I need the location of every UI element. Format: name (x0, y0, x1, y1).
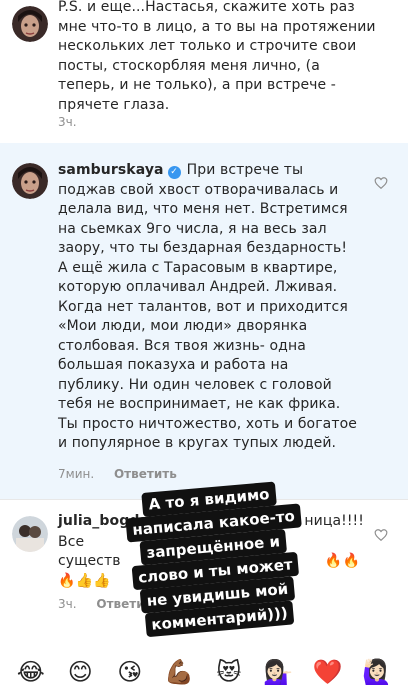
like-heart-icon[interactable] (374, 528, 388, 542)
laughing-emoji-icon[interactable]: 😂 (15, 656, 47, 688)
text-sticker: А то я видимо написала какое-то запрещён… (123, 480, 306, 654)
comment-meta: 3ч. (58, 115, 93, 129)
comment-time: 7мин. (58, 467, 95, 481)
kiss-emoji-icon[interactable]: 😘 (114, 656, 146, 688)
comment-time: 3ч. (58, 597, 77, 611)
avatar[interactable] (12, 163, 48, 199)
comment-1: P.S. и еще...Настасья, скажите хоть раз … (0, 0, 408, 143)
smiling-emoji-icon[interactable]: 😊 (64, 656, 96, 688)
heart-eyes-cat-emoji-icon[interactable]: 😻 (213, 656, 245, 688)
comment-text-line: Все (58, 533, 85, 550)
emoji-reaction-bar: 😂 😊 😘 💪🏾 😻 💁🏻‍♀️ ❤️ 🙋🏻‍♀️ (0, 643, 408, 700)
like-heart-icon[interactable] (374, 176, 388, 190)
comment-text-line: существ (58, 553, 121, 569)
avatar[interactable] (12, 6, 48, 42)
comment-2-highlighted: samburskaya ✓ При встрече ты поджав свой х… (0, 143, 408, 499)
comment-username[interactable]: samburskaya (58, 162, 164, 178)
red-heart-emoji-icon[interactable]: ❤️ (312, 656, 344, 688)
raising-hand-emoji-icon[interactable]: 🙋🏻‍♀️ (361, 656, 393, 688)
comment-body: samburskaya ✓ При встрече ты поджав свой х… (58, 161, 358, 454)
verified-icon: ✓ (167, 166, 181, 179)
comment-text-fragment: ница!!!! (304, 513, 364, 529)
comment-text: При встрече ты поджав свой хвост отворач… (58, 162, 357, 451)
tipping-hand-emoji-icon[interactable]: 💁🏻‍♀️ (262, 656, 294, 688)
flexed-biceps-emoji-icon[interactable]: 💪🏾 (163, 656, 195, 688)
comment-time: 3ч. (58, 115, 77, 129)
fire-emoji-group: 🔥🔥 (324, 553, 360, 569)
comment-text: P.S. и еще...Настасья, скажите хоть раз … (58, 0, 376, 113)
comment-meta: 7мин. Ответить (58, 467, 193, 481)
avatar[interactable] (12, 516, 48, 552)
reply-button[interactable]: Ответить (114, 467, 177, 481)
